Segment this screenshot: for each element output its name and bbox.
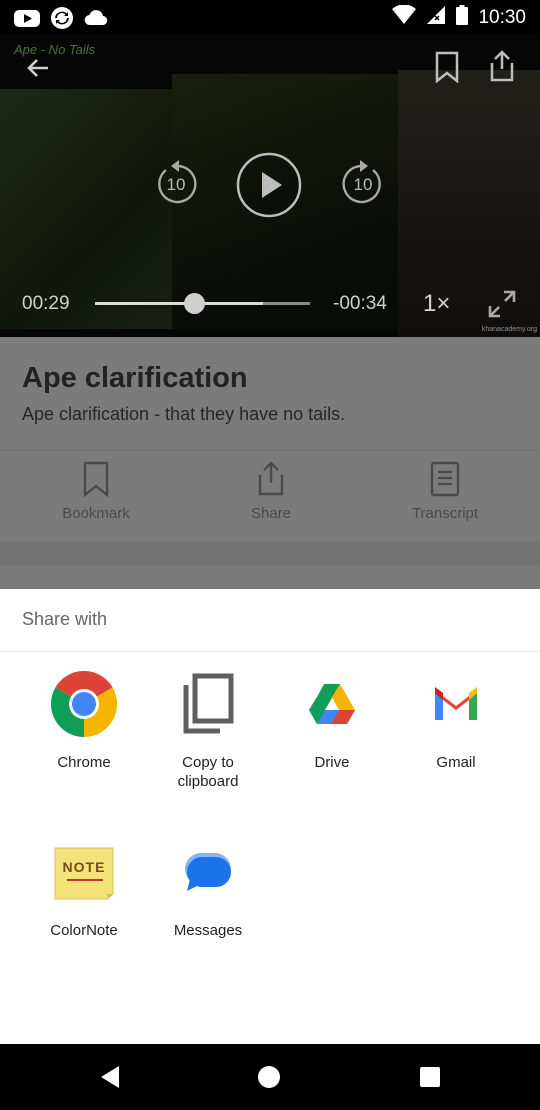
share-icon — [490, 50, 514, 82]
share-target-messages[interactable]: Messages — [146, 837, 270, 940]
share-target-chrome[interactable]: Chrome — [22, 669, 146, 772]
back-button[interactable] — [20, 50, 56, 86]
seek-thumb[interactable] — [183, 293, 205, 314]
sync-icon — [50, 6, 74, 35]
wifi-icon — [392, 4, 417, 30]
arrow-left-icon — [27, 59, 48, 77]
youtube-icon — [14, 9, 40, 33]
share-target-colornote[interactable]: NOTE ColorNote — [22, 837, 146, 940]
rewind-10-button[interactable]: 10 — [154, 160, 198, 208]
forward-seconds: 10 — [353, 175, 373, 194]
home-circle-icon — [258, 1066, 280, 1088]
bookmark-top-button[interactable] — [430, 48, 464, 86]
clipboard-label: Copy to clipboard — [177, 754, 239, 790]
video-player[interactable]: Ape - No Tails 10 10 00:29 -00:34 1× kha… — [0, 34, 540, 337]
copy-icon — [173, 669, 243, 739]
gmail-label: Gmail — [436, 754, 476, 771]
bookmark-icon — [435, 51, 459, 83]
transcript-label: Transcript — [411, 505, 479, 522]
cloud-icon — [84, 9, 108, 32]
transcript-icon — [430, 461, 460, 497]
lesson-title: Ape clarification — [22, 362, 248, 394]
square-recents-icon — [420, 1067, 440, 1087]
share-target-drive[interactable]: Drive — [270, 669, 394, 772]
nav-home-button[interactable] — [251, 1060, 287, 1094]
transcript-action[interactable]: Transcript — [385, 461, 505, 522]
drive-label: Drive — [314, 754, 350, 771]
drive-icon — [297, 669, 367, 739]
share-icon — [258, 461, 284, 496]
share-target-gmail[interactable]: Gmail — [394, 669, 518, 772]
bookmark-label: Bookmark — [62, 505, 130, 522]
note-icon-text: NOTE — [62, 859, 106, 875]
status-bar: 10:30 — [0, 0, 540, 34]
rewind-seconds: 10 — [166, 175, 186, 194]
navigation-bar — [0, 1044, 540, 1110]
speed-button[interactable]: 1× — [423, 290, 450, 318]
share-sheet-header: Share with — [22, 609, 108, 629]
lesson-description: Ape clarification - that they have no ta… — [22, 404, 346, 424]
nav-back-button[interactable] — [92, 1060, 128, 1094]
remaining-time: -00:34 — [333, 293, 387, 314]
gmail-icon — [421, 669, 491, 739]
share-target-clipboard[interactable]: Copy to clipboard — [146, 669, 270, 791]
messages-icon — [173, 837, 243, 907]
nav-recents-button[interactable] — [412, 1060, 448, 1094]
status-time: 10:30 — [478, 6, 526, 28]
share-top-button[interactable] — [484, 46, 520, 86]
video-watermark: khanacademy.org — [481, 326, 537, 333]
sticky-note-icon: NOTE — [49, 837, 119, 907]
fullscreen-icon — [488, 290, 516, 318]
seek-progress — [95, 302, 263, 305]
forward-10-button[interactable]: 10 — [341, 160, 385, 208]
share-label: Share — [250, 505, 292, 522]
chrome-icon — [49, 669, 119, 739]
seek-bar[interactable] — [95, 293, 310, 314]
triangle-back-icon — [101, 1066, 119, 1088]
messages-label: Messages — [173, 922, 243, 939]
play-icon — [236, 152, 302, 218]
lesson-info: Ape clarification Ape clarification - th… — [0, 337, 540, 589]
share-action[interactable]: Share — [211, 461, 331, 522]
colornote-label: ColorNote — [50, 922, 118, 939]
bookmark-action[interactable]: Bookmark — [36, 461, 156, 522]
chrome-label: Chrome — [57, 754, 111, 771]
play-button[interactable] — [236, 152, 302, 218]
signal-icon — [426, 5, 446, 30]
battery-icon — [456, 5, 469, 30]
elapsed-time: 00:29 — [22, 293, 70, 314]
fullscreen-button[interactable] — [485, 287, 519, 321]
share-sheet: Share with Chrome Copy to clipboard Driv… — [0, 589, 540, 1044]
bookmark-icon — [83, 461, 109, 497]
